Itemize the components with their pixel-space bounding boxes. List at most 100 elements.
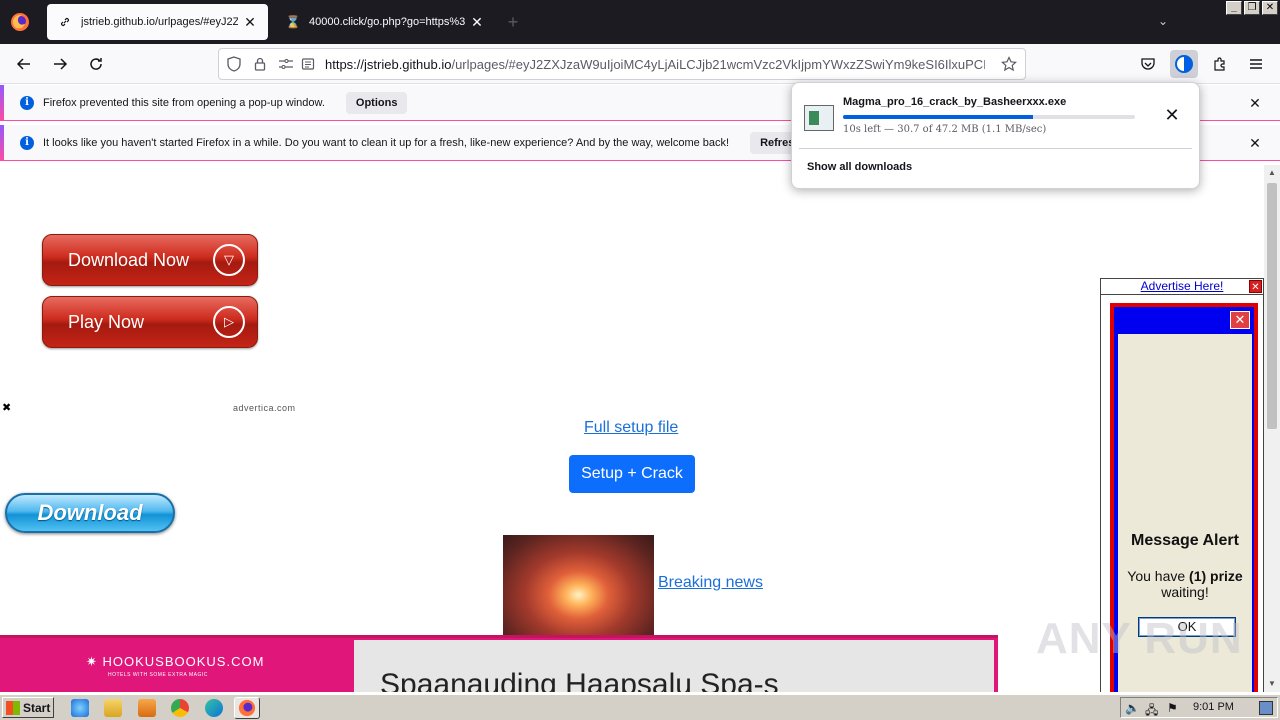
extensions-puzzle-icon[interactable] — [1206, 50, 1234, 78]
edge-icon[interactable] — [205, 699, 223, 717]
close-tab-icon[interactable]: ✕ — [469, 14, 485, 30]
chevron-down-icon[interactable]: ⌄ — [1158, 14, 1174, 30]
message-count: (1) prize — [1189, 568, 1243, 584]
volume-icon[interactable]: 🔈 — [1125, 701, 1140, 715]
download-filename[interactable]: Magma_pro_16_crack_by_Basheerxxx.exe — [843, 96, 1066, 108]
blue-download-button[interactable]: Download — [5, 493, 175, 533]
hotel-ad-banner[interactable]: ✷ HOOKUSBOOKUS.COM HOTELS WITH SOME EXTR… — [0, 635, 998, 692]
divider — [799, 148, 1192, 149]
hamburger-menu-icon[interactable] — [1242, 50, 1270, 78]
advertise-here-link[interactable]: Advertise Here! — [1101, 279, 1263, 295]
close-ad-icon[interactable]: ✕ — [1249, 280, 1262, 293]
forward-arrow-icon[interactable] — [48, 52, 72, 76]
url-path: /urlpages/#eyJ2ZXJzaW9uIjoiMC4yLjAiLCJjb… — [451, 56, 985, 72]
tab-jstrieb[interactable]: jstrieb.github.io/urlpages/#eyJ2ZX ✕ — [47, 4, 268, 40]
ie-icon[interactable] — [71, 699, 89, 717]
ad-close-icon[interactable]: ✖ — [2, 401, 11, 414]
download-now-label: Download Now — [68, 249, 190, 270]
notification-text: It looks like you haven't started Firefo… — [43, 136, 730, 149]
message-suffix: waiting! — [1161, 584, 1209, 600]
lock-icon[interactable] — [249, 53, 271, 75]
clock[interactable]: 9:01 PM — [1193, 701, 1234, 713]
star-logo-icon: ✷ — [86, 654, 103, 669]
show-desktop-icon[interactable] — [1259, 701, 1273, 715]
shield-icon[interactable] — [223, 53, 245, 75]
scroll-thumb[interactable] — [1267, 183, 1277, 429]
full-setup-link[interactable]: Full setup file — [584, 419, 678, 437]
notification-text: Firefox prevented this site from opening… — [43, 96, 325, 109]
close-tab-icon[interactable]: ✕ — [242, 14, 258, 30]
system-tray: 🔈 🖧 ⚑ 9:01 PM — [1120, 697, 1278, 718]
window-controls: _ ❐ ✕ — [1226, 1, 1278, 15]
exe-file-icon — [804, 105, 834, 131]
chrome-icon[interactable] — [171, 699, 189, 717]
message-text: You have (1) prize waiting! — [1122, 568, 1248, 600]
bookmark-star-icon[interactable] — [999, 54, 1019, 74]
close-icon[interactable]: ✕ — [1230, 311, 1250, 329]
reload-icon[interactable] — [84, 52, 108, 76]
tab-bar: jstrieb.github.io/urlpages/#eyJ2ZX ✕ ⌛ 4… — [0, 0, 1280, 44]
windows-flag-icon — [6, 700, 20, 715]
message-prefix: You have — [1127, 568, 1190, 584]
navigation-bar: https://jstrieb.github.io/urlpages/#eyJ2… — [0, 44, 1280, 84]
play-now-label: Play Now — [68, 311, 145, 332]
info-icon: i — [20, 135, 34, 150]
close-window-button[interactable]: ✕ — [1262, 1, 1278, 15]
options-button[interactable]: Options — [345, 91, 408, 114]
flag-icon[interactable]: ⚑ — [1167, 701, 1181, 715]
reader-view-icon[interactable] — [297, 53, 319, 75]
restore-button[interactable]: ❐ — [1244, 1, 1260, 15]
network-icon[interactable]: 🖧 — [1145, 701, 1159, 717]
url-text[interactable]: https://jstrieb.github.io/urlpages/#eyJ2… — [325, 57, 985, 72]
message-titlebar: ✕ — [1114, 307, 1254, 333]
link-icon — [57, 14, 73, 30]
down-triangle-icon: ▽ — [213, 244, 245, 276]
setup-crack-button[interactable]: Setup + Crack — [569, 455, 695, 493]
folder-icon[interactable] — [104, 699, 122, 717]
download-now-button[interactable]: Download Now ▽ — [42, 234, 258, 286]
download-progress-bar — [843, 115, 1135, 119]
url-host: https://jstrieb.github.io — [325, 56, 452, 72]
page-content: Download Now ▽ Play Now ▷ ✖ advertica.co… — [0, 165, 1264, 692]
tab-40000-click[interactable]: ⌛ 40000.click/go.php?go=https%3A ✕ — [275, 4, 495, 40]
banner-panel: Spaanauding Haapsalu Spa-s — [354, 640, 994, 692]
minimize-button[interactable]: _ — [1226, 1, 1242, 15]
breaking-news-link[interactable]: Breaking news — [658, 574, 763, 592]
permissions-icon[interactable] — [275, 53, 297, 75]
vertical-scrollbar[interactable]: ▲ ▼ — [1264, 165, 1280, 692]
progress-fill — [843, 115, 1033, 119]
windows-taskbar: Start 🔈 🖧 ⚑ 9:01 PM — [0, 694, 1280, 720]
play-icon: ▷ — [213, 306, 245, 338]
brand-name: HOOKUSBOOKUS.COM — [102, 654, 265, 669]
address-bar[interactable]: https://jstrieb.github.io/urlpages/#eyJ2… — [218, 48, 1026, 80]
play-now-button[interactable]: Play Now ▷ — [42, 296, 258, 348]
banner-headline: Spaanauding Haapsalu Spa-s — [380, 668, 779, 692]
advertica-label[interactable]: advertica.com — [233, 403, 296, 413]
anyrun-watermark: ANY RUN — [1036, 614, 1243, 663]
message-title: Message Alert — [1131, 532, 1239, 549]
back-arrow-icon[interactable] — [12, 52, 36, 76]
explosion-image[interactable] — [503, 535, 654, 635]
info-icon: i — [20, 95, 34, 110]
scroll-down-icon[interactable]: ▼ — [1267, 679, 1277, 689]
firefox-taskbar-button[interactable] — [234, 697, 260, 719]
scroll-up-icon[interactable]: ▲ — [1267, 168, 1277, 178]
show-all-downloads-button[interactable]: Show all downloads — [807, 161, 912, 173]
brand-tagline: HOTELS WITH SOME EXTRA MAGIC — [108, 672, 208, 678]
cancel-download-icon[interactable]: ✕ — [1163, 106, 1181, 124]
close-icon[interactable]: ✕ — [1248, 136, 1262, 150]
hourglass-icon: ⌛ — [285, 15, 301, 29]
media-player-icon[interactable] — [138, 699, 156, 717]
start-button[interactable]: Start — [2, 697, 54, 718]
start-label: Start — [23, 700, 51, 715]
close-icon[interactable]: ✕ — [1248, 96, 1262, 110]
hookusbookus-logo: ✷ HOOKUSBOOKUS.COM HOTELS WITH SOME EXTR… — [86, 654, 264, 678]
download-status: 10s left — 30.7 of 47.2 MB (1.1 MB/sec) — [843, 124, 1047, 135]
tab-title: 40000.click/go.php?go=https%3A — [309, 16, 465, 28]
downloads-progress-icon[interactable] — [1170, 50, 1198, 78]
firefox-logo-icon[interactable] — [10, 12, 30, 32]
tab-title: jstrieb.github.io/urlpages/#eyJ2ZX — [81, 16, 238, 28]
downloads-panel: Magma_pro_16_crack_by_Basheerxxx.exe 10s… — [791, 82, 1200, 189]
pocket-icon[interactable] — [1134, 50, 1162, 78]
new-tab-icon[interactable]: + — [503, 12, 523, 32]
